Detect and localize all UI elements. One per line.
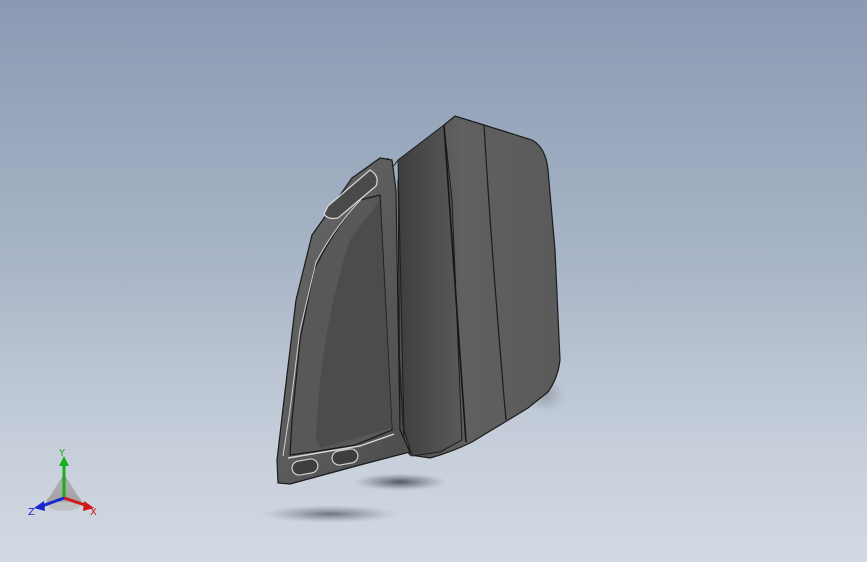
door-trim-model[interactable] [0,0,867,562]
ground-shadow-far [260,505,400,523]
z-axis-arrow [34,501,45,511]
z-axis-label: Z [28,507,35,518]
x-axis-label: X [90,507,97,518]
y-axis-label: Y [58,448,66,459]
graphics-viewport[interactable]: Y X Z [0,0,867,562]
orientation-triad[interactable]: Y X Z [26,448,106,520]
ground-shadow [352,473,448,491]
